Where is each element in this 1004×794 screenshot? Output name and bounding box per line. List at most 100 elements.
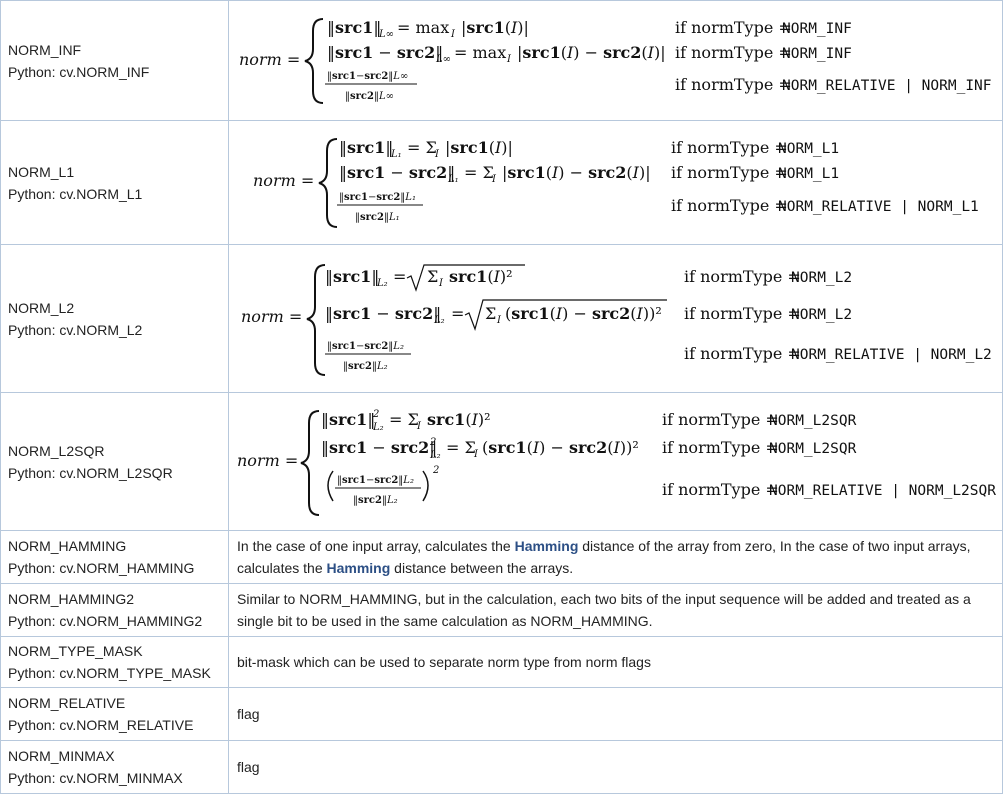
python-name: Python: cv.NORM_INF <box>8 63 150 80</box>
svg-text:L₁: L₁ <box>447 174 459 185</box>
description-cell: flag <box>228 740 1003 794</box>
case-cond-prefix: if normType = <box>662 410 779 429</box>
svg-text:= Σ: = Σ <box>389 410 419 429</box>
case-cond-value: NORM_L1 <box>778 166 839 182</box>
norm-name-cell: NORM_RELATIVE Python: cv.NORM_RELATIVE <box>0 687 229 741</box>
svg-text:(src1(I) − src2(I))²: (src1(I) − src2(I))² <box>482 438 639 457</box>
norm-name: NORM_L2SQR <box>8 442 105 459</box>
formula-norm-inf: norm = ‖src1‖ L∞ = max I |src1(I)| if no… <box>239 18 992 104</box>
case-cond-value: NORM_RELATIVE | NORM_L2 <box>791 347 992 363</box>
case-cond-value: NORM_L2SQR <box>769 441 857 457</box>
case-cond-value: NORM_RELATIVE | NORM_INF <box>782 78 992 94</box>
case-fraction: ‖src1−src2‖L₂ ‖src2‖L₂ 2 <box>327 465 439 506</box>
svg-text:‖src1−src2‖L₁: ‖src1−src2‖L₁ <box>339 192 416 203</box>
case-fraction: ‖src1−src2‖L₂ ‖src2‖L₂ <box>325 341 411 372</box>
svg-text:|src1(I)|: |src1(I)| <box>461 18 529 37</box>
case-expr: ‖src1 − src2‖ L∞ = max I |src1(I) − src2… <box>327 43 666 65</box>
norm-name: NORM_RELATIVE <box>8 695 126 711</box>
case-cond-prefix: if normType = <box>684 267 801 286</box>
table-row: NORM_HAMMING Python: cv.NORM_HAMMING In … <box>0 530 1003 584</box>
case-cond-value: NORM_L2SQR <box>769 413 857 429</box>
norm-name: NORM_L1 <box>8 163 75 180</box>
svg-text:= Σ: = Σ <box>407 138 437 157</box>
case-cond-prefix: if normType = <box>671 138 788 157</box>
hamming-keyword: Hamming <box>514 538 579 554</box>
case-cond-value: NORM_L2 <box>791 307 852 323</box>
svg-text:2: 2 <box>432 465 439 476</box>
case-expr: ‖src1 − src2‖ 2 L₂ = Σ I (src1(I) − src2… <box>321 437 639 461</box>
case-fraction: ‖src1−src2‖L∞ ‖src2‖L∞ <box>325 71 417 102</box>
formula-norm-l1: norm = ‖src1‖ L₁ = Σ I |src1(I)| if norm… <box>253 138 979 228</box>
case-cond-prefix: if normType = <box>684 304 801 323</box>
svg-text:I: I <box>434 149 440 160</box>
svg-text:src1(I)²: src1(I)² <box>449 267 513 286</box>
svg-text:= max: = max <box>397 18 449 37</box>
formula-norm-l2: norm = ‖src1‖ L₂ = Σ I src1(I)² if normT… <box>241 264 992 376</box>
description-cell: flag <box>228 687 1003 741</box>
svg-text:I: I <box>496 315 502 326</box>
case-cond-value: NORM_RELATIVE | NORM_L2SQR <box>769 483 996 499</box>
case-cond-value: NORM_INF <box>782 46 852 62</box>
norm-name-cell: NORM_L2 Python: cv.NORM_L2 <box>0 244 229 393</box>
svg-text:= Σ: = Σ <box>446 438 476 457</box>
python-name: Python: cv.NORM_HAMMING <box>8 560 195 576</box>
svg-text:2: 2 <box>372 409 379 420</box>
left-brace <box>304 18 324 104</box>
formula-lhs: norm = <box>239 50 300 69</box>
case-cond-value: NORM_L2 <box>791 270 852 286</box>
svg-text:‖src1‖: ‖src1‖ <box>321 410 375 429</box>
formula-norm-l2sqr: norm = ‖src1‖ 2 L₂ = Σ I src1(I)² if nor… <box>237 409 996 516</box>
svg-text:L₂: L₂ <box>433 315 445 326</box>
norm-name-cell: NORM_MINMAX Python: cv.NORM_MINMAX <box>0 740 229 794</box>
case-fraction: ‖src1−src2‖L₁ ‖src2‖L₁ <box>337 192 423 223</box>
table-row: NORM_RELATIVE Python: cv.NORM_RELATIVE f… <box>0 687 1003 741</box>
table-row: NORM_INF Python: cv.NORM_INF norm = ‖src… <box>0 0 1003 121</box>
svg-text:‖src1‖: ‖src1‖ <box>325 267 379 286</box>
formula-lhs: norm = <box>237 451 298 470</box>
table-row: NORM_TYPE_MASK Python: cv.NORM_TYPE_MASK… <box>0 636 1003 688</box>
python-name: Python: cv.NORM_L1 <box>8 185 143 202</box>
left-brace <box>306 264 326 376</box>
svg-text:|src1(I) − src2(I)|: |src1(I) − src2(I)| <box>517 43 666 62</box>
norm-name: NORM_HAMMING2 <box>8 591 135 607</box>
case-cond-prefix: if normType = <box>675 43 792 62</box>
norm-name: NORM_L2 <box>8 299 75 316</box>
svg-text:L₂: L₂ <box>372 422 384 433</box>
left-brace <box>318 138 338 228</box>
python-name: Python: cv.NORM_L2SQR <box>8 464 173 481</box>
description-text: distance between the arrays. <box>390 560 574 576</box>
svg-text:‖src1‖: ‖src1‖ <box>339 138 393 157</box>
case-cond-prefix: if normType = <box>662 480 779 499</box>
table-row: NORM_HAMMING2 Python: cv.NORM_HAMMING2 S… <box>0 583 1003 637</box>
description-text: In the case of one input array, calculat… <box>237 538 515 554</box>
svg-text:‖src1 − src2‖: ‖src1 − src2‖ <box>325 304 441 323</box>
case-expr: ‖src1 − src2‖ L₁ = Σ I |src1(I) − src2(I… <box>339 163 651 185</box>
svg-text:|src1(I)|: |src1(I)| <box>445 138 513 157</box>
svg-text:=: = <box>451 304 464 323</box>
svg-text:‖src1 − src2‖: ‖src1 − src2‖ <box>327 43 443 62</box>
hamming-keyword: Hamming <box>326 560 391 576</box>
norm-name: NORM_INF <box>8 41 82 58</box>
svg-text:‖src1−src2‖L₂: ‖src1−src2‖L₂ <box>327 341 404 352</box>
svg-text:L∞: L∞ <box>378 29 394 40</box>
norm-name-cell: NORM_L1 Python: cv.NORM_L1 <box>0 120 229 245</box>
svg-text:I: I <box>473 449 479 460</box>
case-cond-prefix: if normType = <box>671 196 788 215</box>
svg-text:‖src2‖L∞: ‖src2‖L∞ <box>345 91 394 102</box>
formula-cell: norm = ‖src1‖ 2 L₂ = Σ I src1(I)² if nor… <box>228 392 1003 531</box>
formula-lhs: norm = <box>241 307 302 326</box>
svg-text:L₂: L₂ <box>429 450 441 461</box>
svg-text:Σ: Σ <box>427 267 438 286</box>
svg-text:‖src2‖L₁: ‖src2‖L₁ <box>355 212 400 223</box>
python-name: Python: cv.NORM_HAMMING2 <box>8 613 203 629</box>
case-cond-prefix: if normType = <box>671 163 788 182</box>
case-expr: ‖src1‖ L₂ = Σ I src1(I)² <box>325 264 525 292</box>
norm-name-cell: NORM_INF Python: cv.NORM_INF <box>0 0 229 121</box>
svg-text:(src1(I) − src2(I))²: (src1(I) − src2(I))² <box>505 304 662 323</box>
svg-text:‖src1−src2‖L∞: ‖src1−src2‖L∞ <box>327 71 408 82</box>
svg-text:= Σ: = Σ <box>464 163 494 182</box>
svg-text:=: = <box>393 267 406 286</box>
formula-cell: norm = ‖src1‖ L∞ = max I |src1(I)| if no… <box>228 0 1003 121</box>
norm-name-cell: NORM_HAMMING2 Python: cv.NORM_HAMMING2 <box>0 583 229 637</box>
case-cond-prefix: if normType = <box>662 438 779 457</box>
